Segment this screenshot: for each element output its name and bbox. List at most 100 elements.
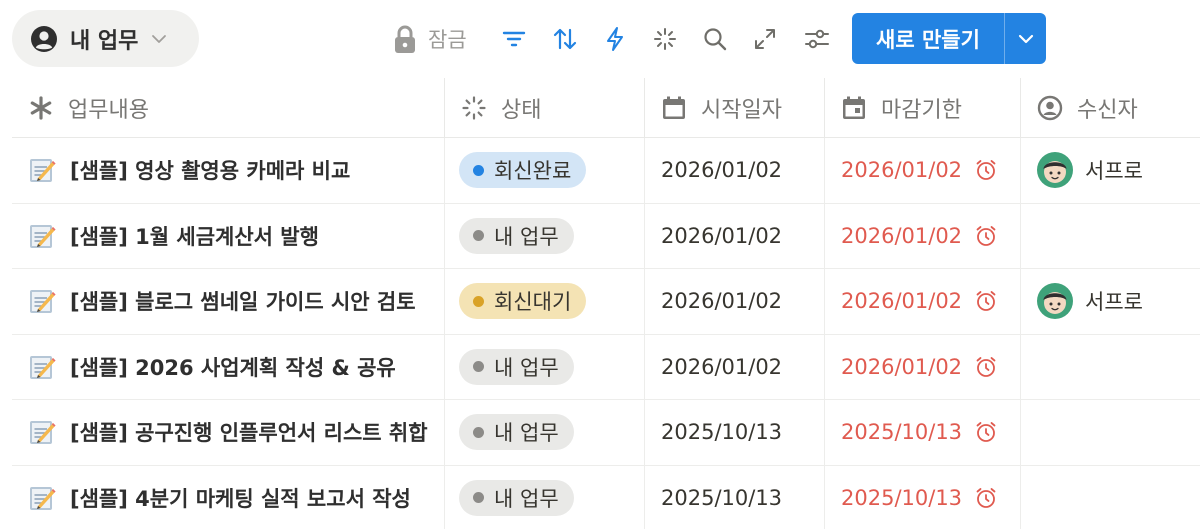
assignee-cell[interactable]: 서프로 [1021,269,1200,334]
alarm-clock-icon [976,160,996,181]
status-dot [473,230,484,242]
start-date: 2025/10/13 [661,420,783,445]
column-header-task[interactable]: 업무내용 [12,78,445,137]
status-cell[interactable]: 내 업무 [445,400,645,465]
assignee-cell[interactable] [1021,466,1200,529]
assignee-name: 서프로 [1085,159,1143,184]
task-title: [샘플] 공구진행 인플루언서 리스트 취합 [70,421,428,446]
status-dot [473,492,484,504]
start-date-cell[interactable]: 2026/01/02 [645,203,825,268]
assignee-cell[interactable] [1021,204,1200,269]
new-button-dropdown[interactable] [1005,29,1046,49]
table-row[interactable]: [샘플] 2026 사업계획 작성 & 공유 내 업무 2026/01/02 2… [12,334,1200,400]
table-row[interactable]: [샘플] 공구진행 인플루언서 리스트 취합 내 업무 2025/10/13 2… [12,400,1200,466]
start-date: 2026/01/02 [661,158,783,183]
due-date-cell[interactable]: 2026/01/02 [825,334,1021,399]
due-date: 2025/10/13 [841,420,963,445]
due-date-cell[interactable]: 2026/01/02 [825,138,1021,203]
table-row[interactable]: [샘플] 1월 세금계산서 발행 내 업무 2026/01/02 2026/01… [12,203,1200,269]
filter-button[interactable] [498,22,530,56]
calendar-event-icon [843,96,865,119]
filter-icon [502,31,526,47]
assignee: 서프로 [1037,283,1143,320]
status-badge: 회신대기 [459,283,587,320]
memo-icon [30,355,56,379]
status-cell[interactable]: 회신완료 [445,138,645,203]
status-label: 회신대기 [494,290,572,315]
chevron-down-icon [1018,34,1033,43]
status-badge: 회신완료 [459,152,587,189]
settings-button[interactable] [802,22,832,56]
task-cell[interactable]: [샘플] 공구진행 인플루언서 리스트 취합 [12,400,445,465]
due-date-cell[interactable]: 2026/01/02 [825,269,1021,334]
new-button-group: 새로 만들기 [852,13,1046,64]
start-date: 2025/10/13 [661,485,783,510]
table-row[interactable]: [샘플] 블로그 썸네일 가이드 시안 검토 회신대기 2026/01/02 2… [12,269,1200,335]
start-date-cell[interactable]: 2026/01/02 [645,269,825,334]
ai-button[interactable] [650,22,680,56]
start-date-cell[interactable]: 2025/10/13 [645,465,825,529]
asterisk-icon [30,95,52,120]
task-cell[interactable]: [샘플] 영상 촬영용 카메라 비교 [12,138,445,203]
lock-button[interactable]: 잠금 [392,22,482,56]
task-cell[interactable]: [샘플] 4분기 마케팅 실적 보고서 작성 [12,465,445,529]
column-label: 수신자 [1077,97,1138,123]
start-date-cell[interactable]: 2025/10/13 [645,400,825,465]
calendar-icon [663,96,685,119]
task-cell[interactable]: [샘플] 1월 세금계산서 발행 [12,203,445,268]
assignee-cell[interactable] [1021,335,1200,400]
status-dot [473,361,484,373]
status-badge: 내 업무 [459,217,574,254]
status-dot [473,164,484,176]
task-title: [샘플] 블로그 썸네일 가이드 시안 검토 [70,290,416,315]
column-label: 시작일자 [701,97,782,123]
status-cell[interactable]: 내 업무 [445,203,645,268]
alarm-clock-icon [976,487,996,508]
status-cell[interactable]: 회신대기 [445,269,645,334]
table-row[interactable]: [샘플] 4분기 마케팅 실적 보고서 작성 내 업무 2025/10/13 2… [12,465,1200,529]
memo-icon [30,421,56,445]
task-cell[interactable]: [샘플] 2026 사업계획 작성 & 공유 [12,334,445,399]
start-date: 2026/01/02 [661,223,783,248]
status-label: 내 업무 [494,355,559,380]
status-cell[interactable]: 내 업무 [445,465,645,529]
automation-button[interactable] [600,22,630,56]
due-date-cell[interactable]: 2025/10/13 [825,400,1021,465]
column-label: 마감기한 [881,97,962,123]
start-date-cell[interactable]: 2026/01/02 [645,334,825,399]
start-date-cell[interactable]: 2026/01/02 [645,138,825,203]
search-button[interactable] [700,22,730,56]
new-button[interactable]: 새로 만들기 [852,24,1004,54]
avatar [1037,283,1073,320]
column-header-status[interactable]: 상태 [445,78,645,137]
assignee-cell[interactable]: 서프로 [1021,138,1200,203]
view-selector[interactable]: 내 업무 [12,10,199,67]
column-header-due-date[interactable]: 마감기한 [825,78,1021,137]
sparkle-icon [654,28,676,50]
person-circle-icon [1037,95,1063,120]
table-row[interactable]: [샘플] 영상 촬영용 카메라 비교 회신완료 2026/01/02 2026/… [12,138,1200,204]
column-label: 업무내용 [68,97,149,123]
sort-icon [553,28,577,50]
due-date: 2026/01/02 [841,158,963,183]
column-label: 상태 [501,97,542,123]
task-title: [샘플] 1월 세금계산서 발행 [70,224,319,249]
assignee-cell[interactable] [1021,400,1200,465]
column-header-start-date[interactable]: 시작일자 [645,78,825,137]
task-cell[interactable]: [샘플] 블로그 썸네일 가이드 시안 검토 [12,269,445,334]
view-label: 내 업무 [70,28,139,54]
user-circle-icon [31,25,57,52]
due-date-cell[interactable]: 2025/10/13 [825,465,1021,529]
due-date: 2025/10/13 [841,485,963,510]
memo-icon [30,486,56,510]
sort-button[interactable] [549,22,581,56]
status-badge: 내 업무 [459,414,574,451]
status-label: 내 업무 [494,421,559,446]
status-badge: 내 업무 [459,348,574,385]
memo-icon [30,159,56,183]
due-date-cell[interactable]: 2026/01/02 [825,203,1021,268]
status-label: 회신완료 [494,159,572,184]
status-cell[interactable]: 내 업무 [445,334,645,399]
column-header-assignee[interactable]: 수신자 [1021,78,1200,137]
expand-button[interactable] [750,22,780,56]
